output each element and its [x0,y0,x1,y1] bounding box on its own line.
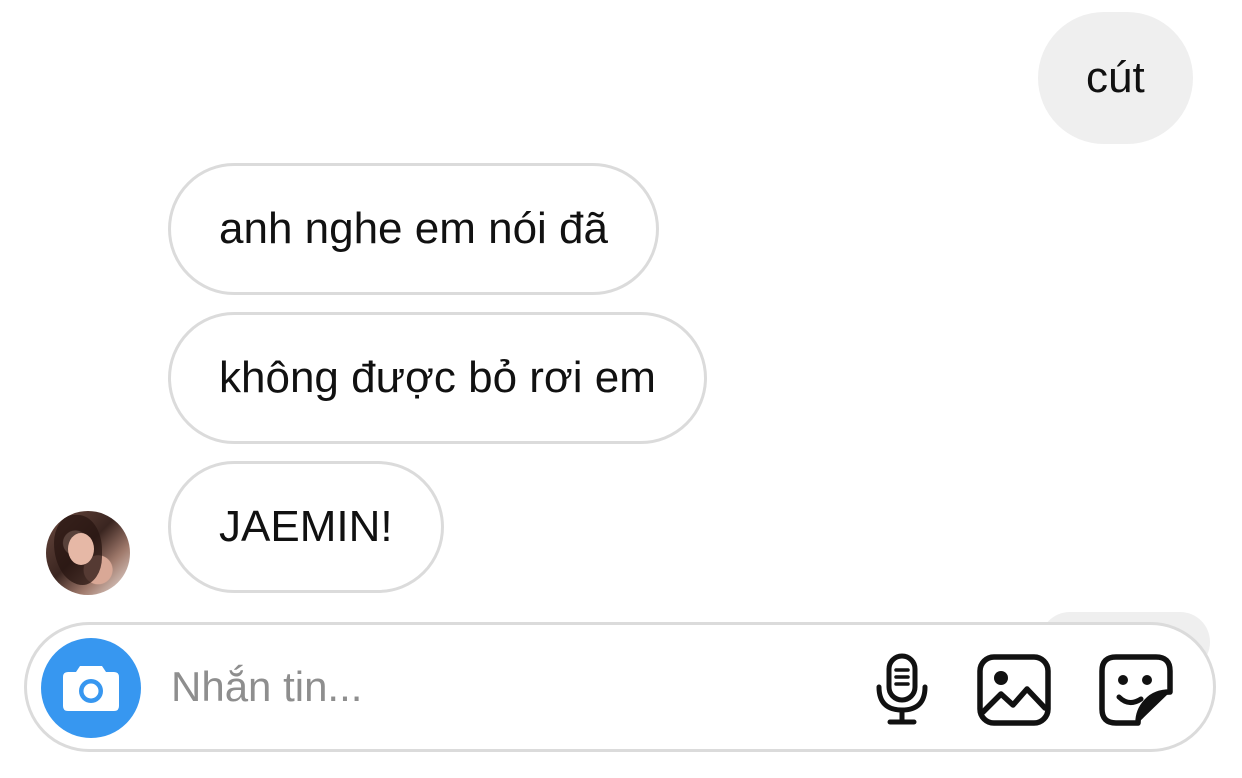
message-composer [24,622,1216,752]
outgoing-message-bubble[interactable]: cút [1038,12,1193,144]
camera-icon [63,666,119,711]
message-input[interactable] [171,655,811,719]
avatar-face [68,533,94,565]
incoming-message-bubble[interactable]: anh nghe em nói đã [168,163,659,295]
incoming-message-bubble[interactable]: không được bỏ rơi em [168,312,707,444]
gallery-icon [977,654,1051,726]
camera-button[interactable] [41,638,141,738]
avatar[interactable] [46,511,130,595]
gallery-button[interactable] [977,653,1051,727]
microphone-icon [876,653,928,725]
voice-message-button[interactable] [865,653,939,727]
sticker-button[interactable] [1099,653,1173,727]
sticker-icon [1099,654,1173,726]
incoming-message-bubble[interactable]: JAEMIN! [168,461,444,593]
